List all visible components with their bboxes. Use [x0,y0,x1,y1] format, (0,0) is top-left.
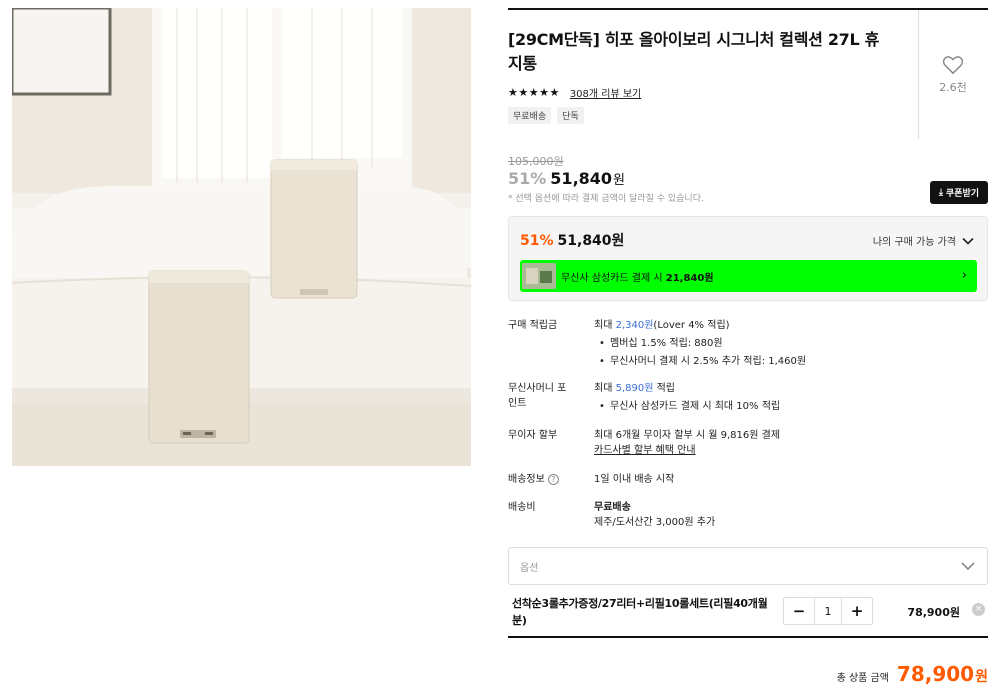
rating-row: ★★★★★ 308개 리뷰 보기 [508,85,641,100]
shipping-label: 배송정보? [508,472,588,487]
product-tags: 무료배송 단독 [508,107,584,124]
money-value: 최대 5,890원 적립 무신사 삼성카드 결제 시 최대 10% 적립 [594,381,974,414]
my-price-amount: 51,840원 [557,233,625,249]
selected-item-price: 78,900원 [907,606,960,619]
download-icon: ⤓ [938,187,943,198]
total-label: 총 상품 금액 [836,673,889,684]
product-title: [29CM단독] 히포 올아이보리 시그니처 컬렉션 27L 휴지통 [508,30,880,73]
card-thumbnail [522,263,556,289]
quantity-stepper: − 1 + [783,597,873,625]
chevron-down-icon [962,237,974,245]
selected-item-name: 선착순3롤추가증정/27리터+리필10롤세트(리필40개월분) [512,597,768,627]
heart-icon [942,56,964,75]
installment-value: 최대 6개월 무이자 할부 시 월 9,816원 결제 카드사별 할부 혜택 안… [594,428,974,458]
tag-exclusive: 단독 [557,107,584,124]
original-price: 105,000원 [508,155,564,168]
points-value: 최대 2,340원(Lover 4% 적립) 멤버십 1.5% 적립: 880원… [594,318,974,369]
option-placeholder: 옵션 [520,562,539,574]
installment-link[interactable]: 카드사별 할부 혜택 안내 [594,443,974,458]
coupon-label: 쿠폰받기 [945,189,980,199]
total-currency: 원 [975,669,988,685]
my-price-toggle[interactable]: 나의 구매 가능 가격 [873,233,974,248]
star-rating-icon: ★★★★★ [508,86,560,99]
selected-item-row: 선착순3롤추가증정/27리터+리필10롤세트(리필40개월분) − 1 + 78… [508,588,988,638]
my-price-discount: 51% [520,233,554,249]
my-price-box: 51% 51,840원 나의 구매 가능 가격 무신사 삼성카드 결제 시 21… [508,216,988,301]
remove-item-icon[interactable]: × [972,603,985,616]
sale-price: 51% 51,840 원 [508,169,625,188]
money-highlight: 5,890원 [615,383,654,394]
like-divider [918,10,919,139]
quantity-value[interactable]: 1 [814,598,842,624]
option-select[interactable]: 옵션 [508,547,988,585]
card-promo-amount: 21,840원 [665,272,714,284]
increase-button[interactable]: + [842,598,872,624]
price-note: * 선택 옵션에 따라 결제 금액이 달라질 수 있습니다. [508,194,704,204]
tag-free-shipping: 무료배송 [508,107,552,124]
fee-value: 무료배송 제주/도서산간 3,000원 추가 [594,502,716,528]
money-sub-card: 무신사 삼성카드 결제 시 최대 10% 적립 [594,399,974,414]
card-promo-text: 무신사 삼성카드 결제 시 21,840원 [561,272,714,284]
points-label: 구매 적립금 [508,320,558,331]
like-count: 2.6천 [939,81,967,94]
coupon-button[interactable]: ⤓ 쿠폰받기 [930,181,988,204]
my-price-label: 나의 구매 가능 가격 [872,237,956,248]
installment-label: 무이자 할부 [508,430,558,441]
money-label: 무신사머니 포인트 [508,383,567,409]
my-price: 51% 51,840원 [520,230,624,250]
card-promo-banner[interactable]: 무신사 삼성카드 결제 시 21,840원 › [520,260,977,292]
decrease-button[interactable]: − [784,598,814,624]
shipping-value: 1일 이내 배송 시작 [594,474,675,485]
total-price: 총 상품 금액 78,900 원 [837,662,988,686]
price-currency: 원 [613,173,626,188]
like-button[interactable]: 2.6천 [928,55,978,95]
chevron-down-icon [961,562,975,570]
help-icon[interactable]: ? [547,474,559,485]
points-highlight: 2,340원 [615,320,654,331]
chevron-right-icon: › [961,268,967,283]
discount-rate: 51% [508,169,547,188]
fee-label: 배송비 [508,502,536,513]
review-link[interactable]: 308개 리뷰 보기 [570,85,641,100]
points-sub-money: 무신사머니 결제 시 2.5% 추가 적립: 1,460원 [594,354,974,369]
top-divider [508,8,988,10]
product-image [12,8,471,466]
points-sub-membership: 멤버십 1.5% 적립: 880원 [594,336,974,351]
total-amount: 78,900 [896,662,975,686]
price-amount: 51,840 [550,169,613,188]
